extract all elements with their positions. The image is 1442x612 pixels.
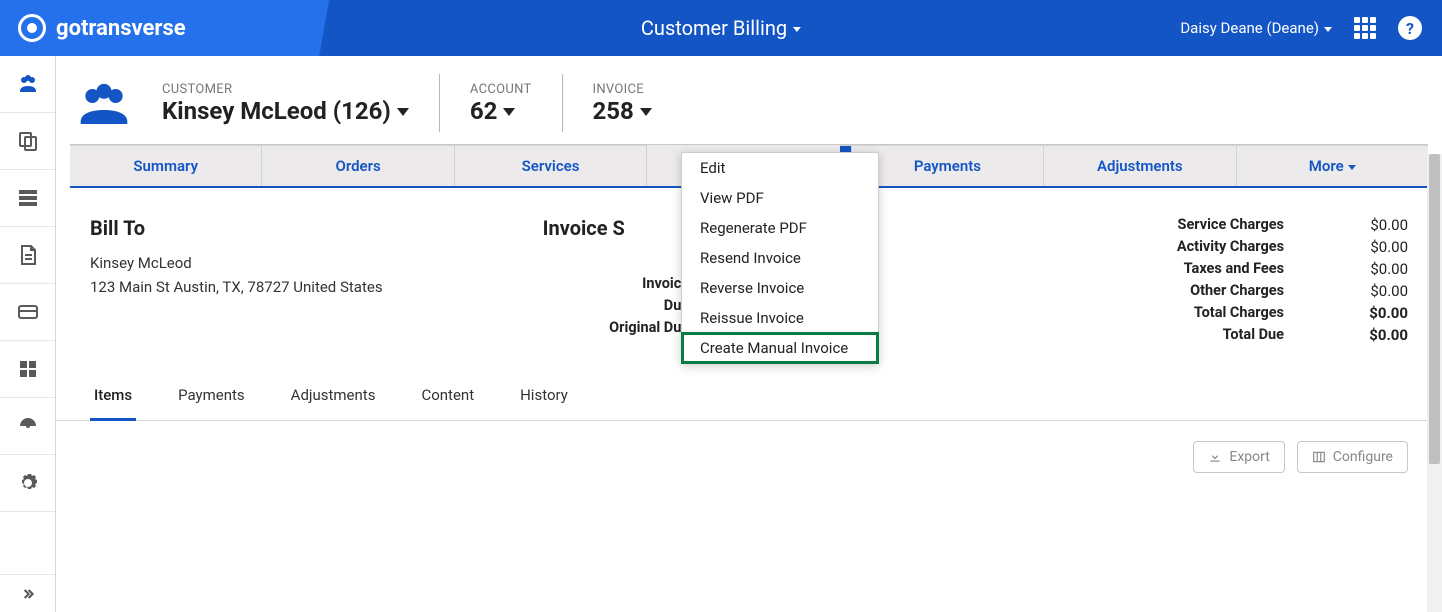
- breadcrumb-header: CUSTOMER Kinsey McLeod (126) ACCOUNT 62 …: [56, 56, 1442, 144]
- account-value: 62: [470, 97, 498, 125]
- service-charges-value: $0.00: [1318, 216, 1408, 234]
- configure-button[interactable]: Configure: [1297, 441, 1408, 473]
- menu-view-pdf[interactable]: View PDF: [682, 183, 878, 213]
- total-due-value: $0.00: [1318, 326, 1408, 344]
- invoice-actions-menu: Edit View PDF Regenerate PDF Resend Invo…: [681, 152, 879, 364]
- download-icon: [1208, 450, 1222, 464]
- menu-reissue-invoice[interactable]: Reissue Invoice: [682, 303, 878, 333]
- activity-charges-value: $0.00: [1318, 238, 1408, 256]
- customer-label: CUSTOMER: [162, 82, 409, 97]
- subtab-payments[interactable]: Payments: [174, 372, 249, 421]
- taxes-value: $0.00: [1318, 260, 1408, 278]
- subtab-adjustments[interactable]: Adjustments: [287, 372, 380, 421]
- menu-resend-invoice[interactable]: Resend Invoice: [682, 243, 878, 273]
- bill-to-name: Kinsey McLeod: [90, 254, 503, 272]
- chevron-down-icon: [1322, 19, 1332, 37]
- tab-payments[interactable]: Payments: [852, 145, 1044, 186]
- account-label: ACCOUNT: [470, 82, 532, 97]
- bill-to-title: Bill To: [90, 216, 503, 240]
- invoice-selector[interactable]: INVOICE 258: [593, 82, 652, 125]
- main-area: CUSTOMER Kinsey McLeod (126) ACCOUNT 62 …: [56, 56, 1442, 612]
- sidebar-item-grid[interactable]: [0, 341, 55, 398]
- taxes-label: Taxes and Fees: [1148, 260, 1318, 278]
- sidebar-item-document[interactable]: [0, 227, 55, 284]
- brand-logo-icon: [18, 14, 46, 42]
- chevron-down-icon: [791, 16, 801, 40]
- sidebar-item-card[interactable]: [0, 284, 55, 341]
- total-charges-value: $0.00: [1318, 304, 1408, 322]
- activity-charges-label: Activity Charges: [1148, 238, 1318, 256]
- customers-icon: [76, 75, 132, 131]
- tab-more[interactable]: More: [1237, 145, 1428, 186]
- tab-orders[interactable]: Orders: [262, 145, 454, 186]
- chevron-down-icon: [391, 97, 409, 125]
- sidebar-item-stack[interactable]: [0, 170, 55, 227]
- export-button[interactable]: Export: [1193, 441, 1284, 473]
- tab-summary[interactable]: Summary: [70, 145, 262, 186]
- sidebar-item-copy[interactable]: [0, 113, 55, 170]
- invoice-value: 258: [593, 97, 634, 125]
- service-charges-label: Service Charges: [1148, 216, 1318, 234]
- subtab-history[interactable]: History: [516, 372, 572, 421]
- top-right: Daisy Deane (Deane) ?: [1180, 16, 1442, 40]
- menu-reverse-invoice[interactable]: Reverse Invoice: [682, 273, 878, 303]
- columns-icon: [1312, 450, 1326, 464]
- subtab-items[interactable]: Items: [90, 372, 136, 421]
- user-menu[interactable]: Daisy Deane (Deane): [1180, 19, 1332, 37]
- bill-to-section: Bill To Kinsey McLeod 123 Main St Austin…: [90, 216, 503, 344]
- sidebar: [0, 56, 56, 612]
- charges-section: Service Charges $0.00 Activity Charges $…: [995, 216, 1408, 344]
- scrollbar[interactable]: [1427, 154, 1442, 612]
- chevron-down-icon: [497, 97, 515, 125]
- menu-edit[interactable]: Edit: [682, 153, 878, 183]
- brand-text: gotransverse: [56, 16, 186, 41]
- customer-selector[interactable]: CUSTOMER Kinsey McLeod (126): [162, 82, 409, 125]
- sidebar-item-customers[interactable]: [0, 56, 55, 113]
- other-charges-value: $0.00: [1318, 282, 1408, 300]
- sidebar-collapse[interactable]: [0, 574, 55, 612]
- bill-to-address: 123 Main St Austin, TX, 78727 United Sta…: [90, 278, 503, 296]
- total-due-label: Total Due: [1148, 326, 1318, 344]
- total-charges-label: Total Charges: [1148, 304, 1318, 322]
- top-bar: gotransverse Customer Billing Daisy Dean…: [0, 0, 1442, 56]
- menu-create-manual-invoice[interactable]: Create Manual Invoice: [682, 333, 878, 363]
- other-charges-label: Other Charges: [1148, 282, 1318, 300]
- invoice-label: INVOICE: [593, 82, 652, 97]
- scrollbar-thumb[interactable]: [1429, 154, 1440, 464]
- help-icon[interactable]: ?: [1398, 16, 1422, 40]
- invoice-subtabs: Items Payments Adjustments Content Histo…: [56, 372, 1442, 421]
- sidebar-item-settings[interactable]: [0, 455, 55, 512]
- table-toolbar: Export Configure: [56, 421, 1442, 493]
- divider: [562, 74, 563, 132]
- tab-more-label: More: [1309, 157, 1344, 175]
- customer-value: Kinsey McLeod (126): [162, 97, 391, 125]
- export-label: Export: [1229, 449, 1269, 465]
- subtab-content[interactable]: Content: [417, 372, 478, 421]
- tab-adjustments[interactable]: Adjustments: [1044, 145, 1236, 186]
- account-selector[interactable]: ACCOUNT 62: [470, 82, 532, 125]
- top-nav-label: Customer Billing: [641, 16, 787, 40]
- menu-regenerate-pdf[interactable]: Regenerate PDF: [682, 213, 878, 243]
- sidebar-item-dashboard[interactable]: [0, 398, 55, 455]
- brand[interactable]: gotransverse: [0, 14, 186, 42]
- apps-grid-icon[interactable]: [1354, 17, 1376, 39]
- divider: [439, 74, 440, 132]
- user-name: Daisy Deane (Deane): [1180, 19, 1319, 37]
- chevron-down-icon: [634, 97, 652, 125]
- tab-services[interactable]: Services: [455, 145, 647, 186]
- configure-label: Configure: [1333, 449, 1393, 465]
- chevron-down-icon: [1344, 157, 1356, 175]
- top-nav-dropdown[interactable]: Customer Billing: [641, 16, 801, 40]
